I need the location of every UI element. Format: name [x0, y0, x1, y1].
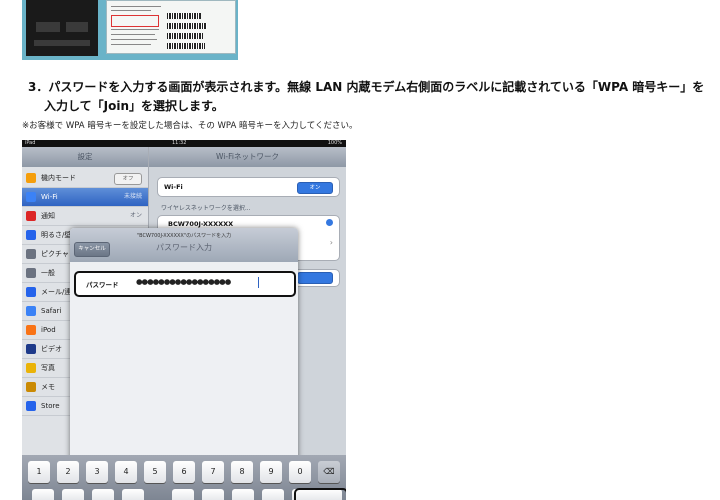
step-3-text-cont: 入力して「Join」を選択します。	[44, 99, 224, 113]
store-icon	[26, 401, 36, 411]
mail-icon	[26, 287, 36, 297]
keyboard-key[interactable]	[92, 489, 114, 500]
safari-icon	[26, 306, 36, 316]
keyboard-key[interactable]: 1	[28, 461, 50, 483]
ipad-screenshot: iPad 11:32 100% 設定 機内モード オフ Wi-Fi 未接続 通知 オン 明る…	[22, 140, 346, 500]
status-device: iPad	[25, 140, 36, 146]
sidebar-item-label: Wi-Fi	[41, 193, 58, 201]
sidebar-title: 設定	[22, 147, 148, 167]
keyboard-key[interactable]: 3	[86, 461, 108, 483]
detail-disclosure-icon[interactable]	[326, 219, 333, 226]
delete-key[interactable]: ⌫	[318, 461, 340, 483]
password-dialog: "BCW700J-XXXXXX"のパスワードを入力 パスワード入力 キャンセル …	[70, 228, 298, 464]
sidebar-item-label: メール/連	[41, 288, 72, 296]
sidebar-item-label: ピクチャ	[41, 250, 69, 258]
photos-icon	[26, 363, 36, 373]
notification-icon	[26, 211, 36, 221]
wifi-pane-title: Wi-Fiネットワーク	[149, 147, 346, 167]
keyboard-key[interactable]	[232, 489, 254, 500]
modem-device	[26, 0, 98, 56]
cancel-button[interactable]: キャンセル	[74, 242, 110, 257]
keyboard-key[interactable]	[172, 489, 194, 500]
modem-side-label	[106, 0, 236, 54]
keyboard-key[interactable]: 9	[260, 461, 282, 483]
sidebar-item-value: オン	[129, 212, 142, 219]
keyboard-key[interactable]: 6	[173, 461, 195, 483]
chevron-right-icon[interactable]: ›	[330, 238, 333, 247]
gear-icon	[26, 268, 36, 278]
video-icon	[26, 344, 36, 354]
sidebar-item-label: 一般	[41, 269, 55, 277]
sidebar-item[interactable]: Wi-Fi 未接続	[22, 188, 148, 207]
picture-frame-icon	[26, 249, 36, 259]
network-name[interactable]: BCW700J-XXXXXX	[168, 220, 233, 228]
backspace-icon: ⌫	[323, 467, 335, 476]
notes-icon	[26, 382, 36, 392]
ask-join-toggle[interactable]	[297, 272, 333, 284]
sidebar-item-label: 機内モード	[41, 174, 76, 182]
keyboard-key[interactable]: 2	[57, 461, 79, 483]
status-bar: iPad 11:32 100%	[22, 140, 346, 147]
keyboard-key[interactable]: 4	[115, 461, 137, 483]
step-3-text: 3．パスワードを入力する画面が表示されます。無線 LAN 内蔵モデム右側面のラベ…	[28, 80, 705, 94]
sidebar-item-label: iPod	[41, 326, 56, 334]
keyboard-key[interactable]: 8	[231, 461, 253, 483]
sidebar-item-label: メモ	[41, 383, 55, 391]
choose-network-label: ワイヤレスネットワークを選択...	[161, 205, 251, 212]
dialog-header: "BCW700J-XXXXXX"のパスワードを入力 パスワード入力 キャンセル	[70, 228, 298, 262]
password-field[interactable]: パスワード ●●●●●●●●●●●●●●●●●	[74, 271, 296, 297]
wifi-icon	[26, 192, 36, 202]
password-input[interactable]: ●●●●●●●●●●●●●●●●●	[136, 277, 231, 286]
keyboard-key[interactable]: 7	[202, 461, 224, 483]
sidebar-item-label: Safari	[41, 307, 62, 315]
sidebar-item-value: 未接続	[123, 193, 142, 200]
keyboard-key[interactable]	[62, 489, 84, 500]
keyboard-key[interactable]	[202, 489, 224, 500]
keyboard-key[interactable]: 0	[289, 461, 311, 483]
sidebar-item-label: 通知	[41, 212, 55, 220]
wifi-toggle[interactable]: オン	[297, 182, 333, 194]
ipod-icon	[26, 325, 36, 335]
airplane-mode-toggle[interactable]: オフ	[114, 173, 142, 185]
keyboard-key[interactable]	[32, 489, 54, 500]
text-caret	[258, 277, 259, 288]
keyboard-key[interactable]: 5	[144, 461, 166, 483]
keyboard-key[interactable]	[122, 489, 144, 500]
note-text: ※お客様で WPA 暗号キーを設定した場合は、その WPA 暗号キーを入力してく…	[22, 121, 358, 131]
dialog-prompt: "BCW700J-XXXXXX"のパスワードを入力	[136, 233, 232, 239]
keyboard-key[interactable]	[262, 489, 284, 500]
status-battery: 100%	[327, 140, 342, 146]
sidebar-item-label: 写真	[41, 364, 55, 372]
status-time: 11:32	[172, 140, 187, 146]
sidebar-item-label: ビデオ	[41, 345, 62, 353]
password-label: パスワード	[86, 281, 119, 289]
wifi-toggle-row[interactable]: Wi-Fi オン	[157, 177, 340, 197]
join-key-highlight	[294, 488, 346, 500]
sidebar-item[interactable]: 機内モード オフ	[22, 169, 148, 188]
airplane-icon	[26, 173, 36, 183]
sidebar-item-label: Store	[41, 402, 60, 410]
sidebar-item[interactable]: 通知 オン	[22, 207, 148, 226]
brightness-icon	[26, 230, 36, 240]
wifi-label: Wi-Fi	[164, 183, 183, 191]
